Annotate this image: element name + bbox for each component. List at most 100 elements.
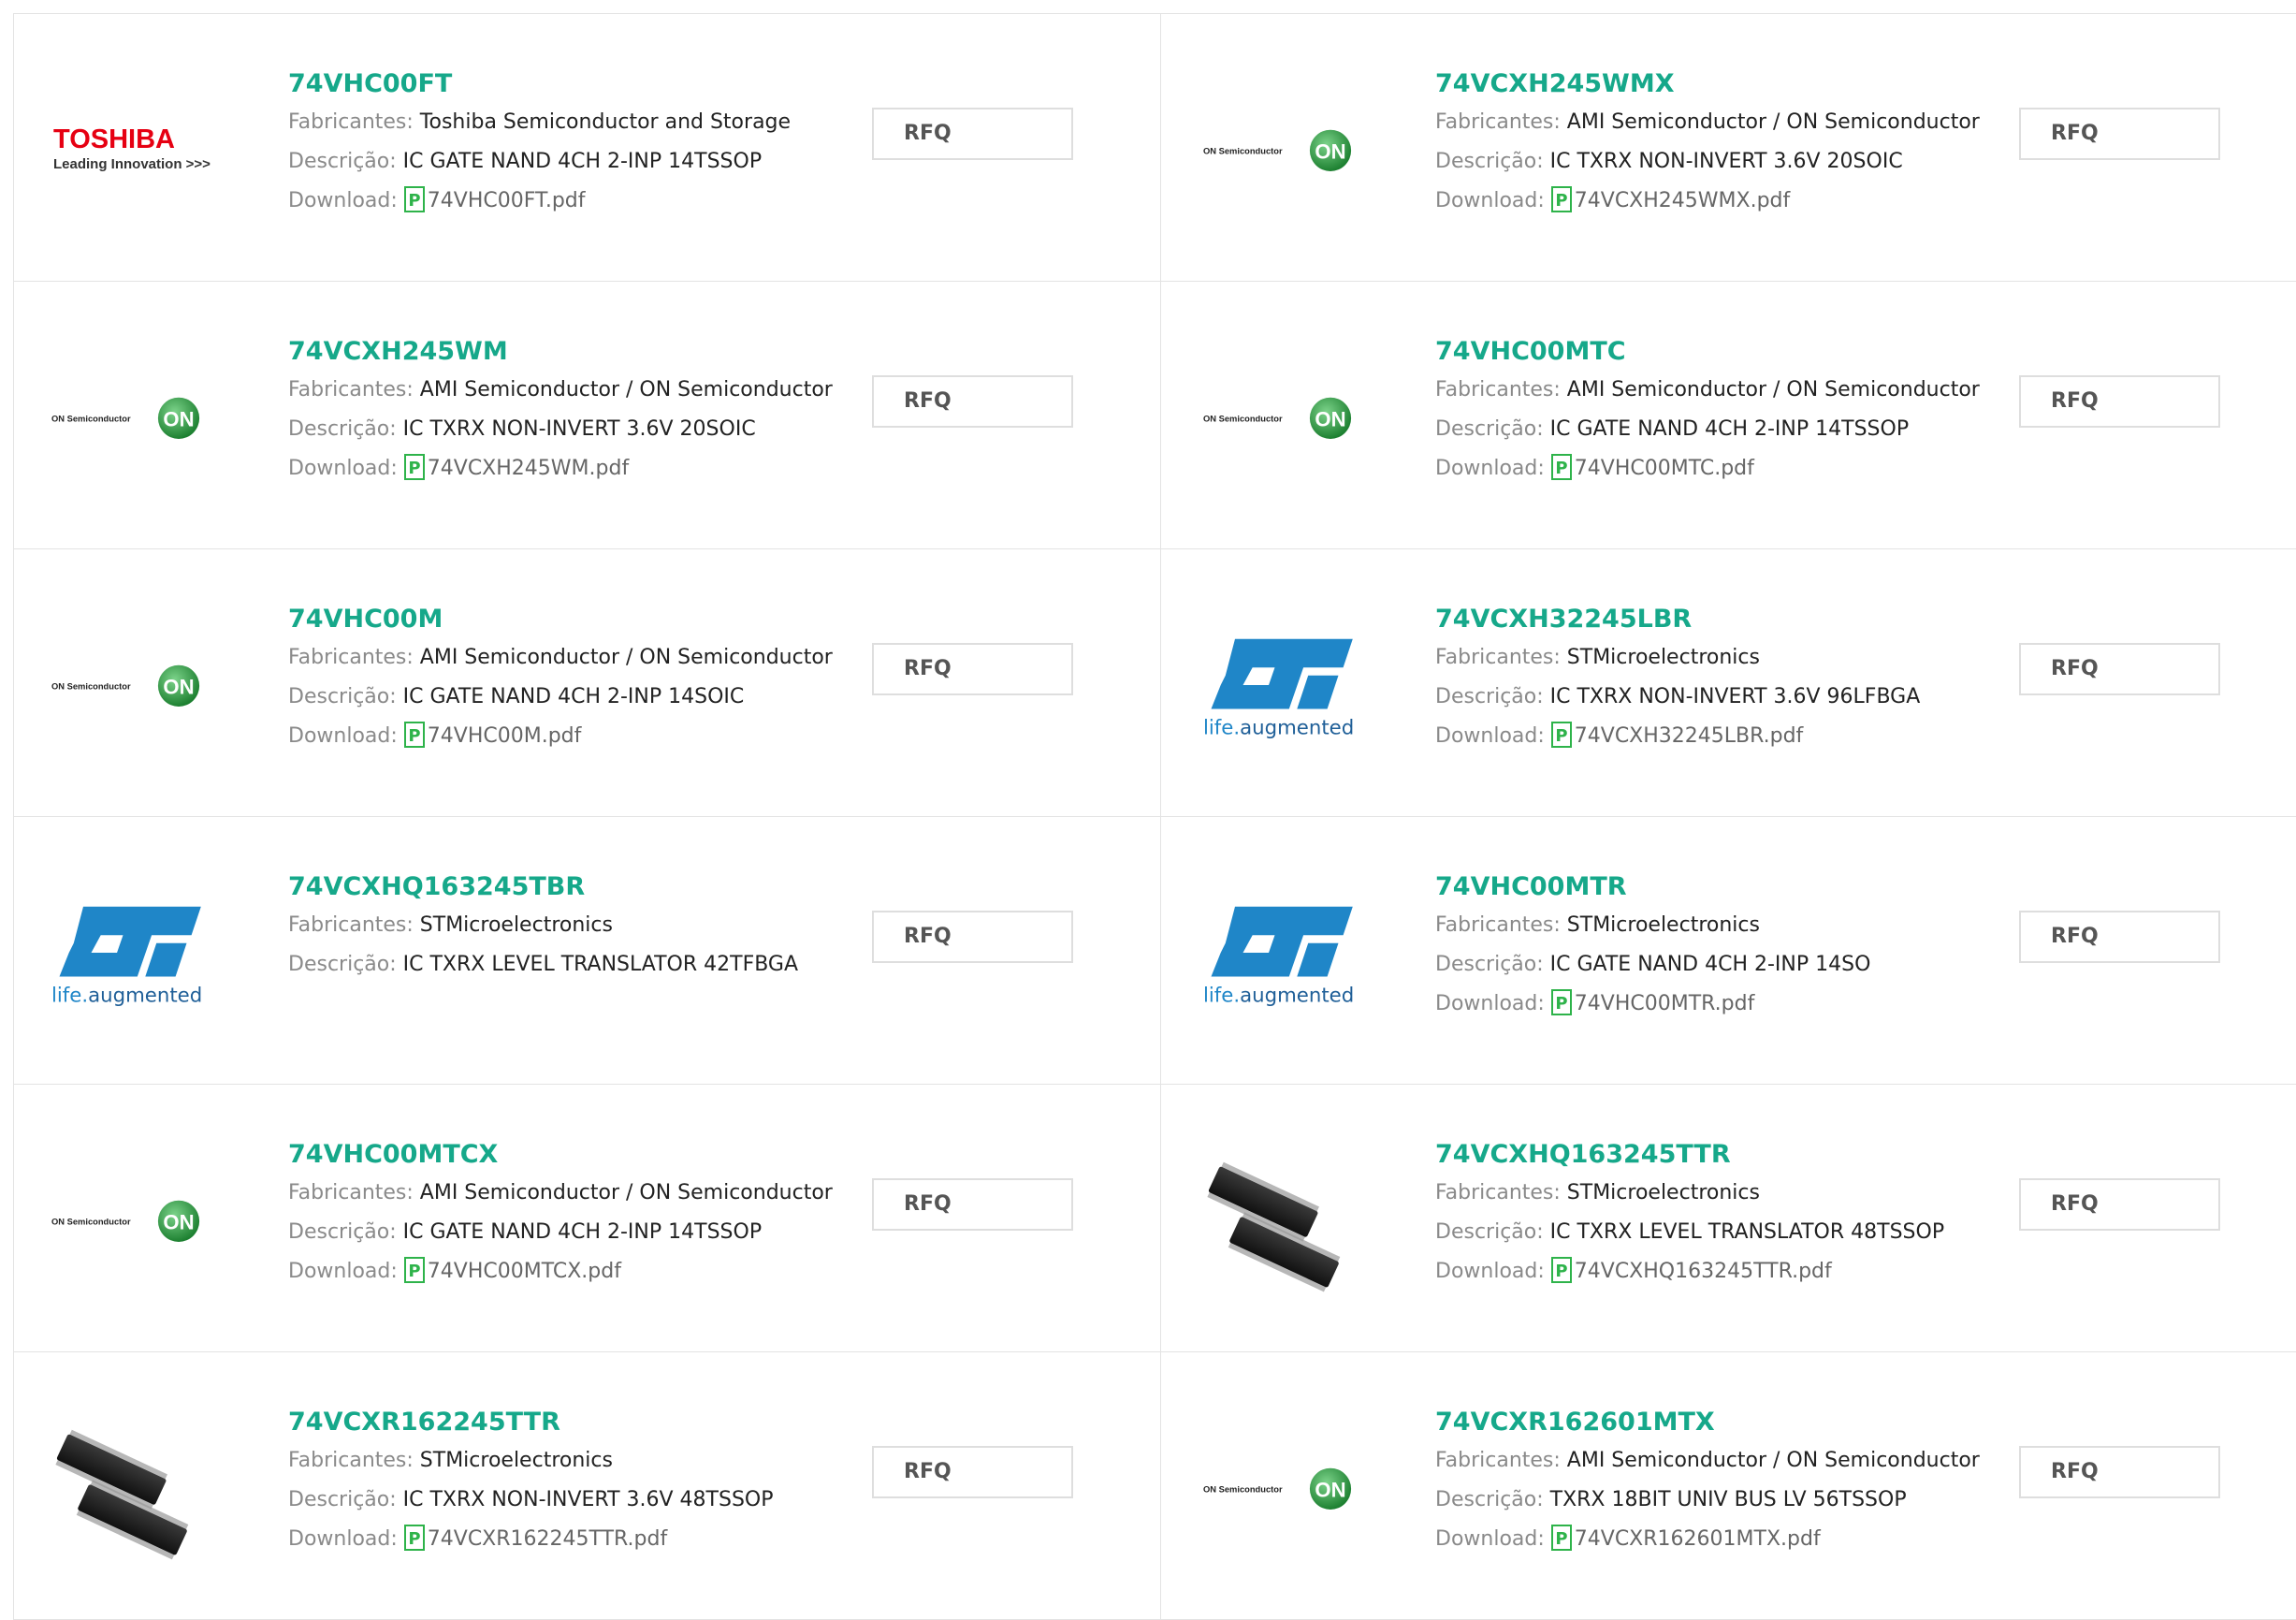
pdf-icon: P (403, 1257, 425, 1283)
svg-text:P: P (408, 1529, 420, 1549)
product-info: 74VHC00FT Fabricantes: Toshiba Semicondu… (288, 66, 791, 221)
pdf-icon: P (1550, 1525, 1572, 1551)
part-number-link[interactable]: 74VCXH245WM (288, 333, 833, 371)
rfq-button[interactable]: RFQ (872, 643, 1073, 695)
datasheet-filename[interactable]: 74VCXHQ163245TTR.pdf (1575, 1260, 1832, 1283)
product-card: ON Semiconductor ON 74VCXR162601MTX Fabri… (1160, 1352, 2296, 1620)
manufacturer-logo: ON Semiconductor ON (1203, 94, 1362, 206)
product-info: 74VCXH245WM Fabricantes: AMI Semiconduct… (288, 333, 833, 489)
datasheet-filename[interactable]: 74VCXR162245TTR.pdf (428, 1527, 667, 1551)
download-row: Download: P 74VCXR162245TTR.pdf (288, 1520, 774, 1559)
download-row: Download: P 74VCXR162601MTX.pdf (1435, 1520, 1980, 1559)
description-row: Descrição: IC TXRX NON-INVERT 3.6V 20SOI… (1435, 142, 1980, 182)
manufacturer-label: Fabricantes: (288, 646, 414, 669)
download-row: Download: P 74VHC00MTCX.pdf (288, 1252, 833, 1292)
datasheet-filename[interactable]: 74VCXR162601MTX.pdf (1575, 1527, 1821, 1551)
manufacturer-label: Fabricantes: (1435, 110, 1561, 134)
datasheet-link[interactable]: P 74VCXR162245TTR.pdf (403, 1525, 667, 1551)
onsemi-logo: ON Semiconductor ON (51, 397, 200, 439)
datasheet-link[interactable]: P 74VCXR162601MTX.pdf (1550, 1525, 1821, 1551)
datasheet-link[interactable]: P 74VHC00MTR.pdf (1550, 989, 1755, 1015)
svg-text:P: P (408, 1262, 420, 1281)
datasheet-filename[interactable]: 74VHC00MTC.pdf (1575, 457, 1754, 480)
rfq-button[interactable]: RFQ (872, 375, 1073, 428)
manufacturer-logo (51, 1429, 211, 1560)
datasheet-link[interactable]: P 74VCXH32245LBR.pdf (1550, 722, 1804, 748)
description-row: Descrição: TXRX 18BIT UNIV BUS LV 56TSSO… (1435, 1481, 1980, 1520)
rfq-button[interactable]: RFQ (872, 911, 1073, 963)
datasheet-link[interactable]: P 74VHC00MTCX.pdf (403, 1257, 621, 1283)
part-number-link[interactable]: 74VCXH32245LBR (1435, 601, 1920, 638)
datasheet-link[interactable]: P 74VCXH245WMX.pdf (1550, 186, 1790, 212)
manufacturer-value: Toshiba Semiconductor and Storage (419, 110, 792, 134)
manufacturer-label: Fabricantes: (1435, 913, 1561, 937)
onsemi-logo: ON Semiconductor ON (51, 1200, 200, 1242)
manufacturer-value: STMicroelectronics (1566, 1181, 1760, 1204)
datasheet-link[interactable]: P 74VCXHQ163245TTR.pdf (1550, 1257, 1832, 1283)
rfq-button[interactable]: RFQ (2019, 108, 2220, 160)
rfq-button[interactable]: RFQ (2019, 1178, 2220, 1231)
rfq-button[interactable]: RFQ (2019, 375, 2220, 428)
part-number-link[interactable]: 74VCXR162601MTX (1435, 1404, 1980, 1441)
svg-text:P: P (1555, 191, 1567, 211)
onsemi-logo-badge: ON (163, 675, 194, 698)
part-number-link[interactable]: 74VCXHQ163245TBR (288, 868, 798, 906)
onsemi-logo-name: ON Semiconductor (51, 1217, 131, 1226)
product-card: life.augmented 74VCXH32245LBR Fabricante… (1160, 549, 2296, 817)
onsemi-logo: ON Semiconductor ON (1203, 1467, 1352, 1510)
description-value: IC TXRX NON-INVERT 3.6V 20SOIC (402, 417, 756, 441)
pdf-icon: P (1550, 454, 1572, 480)
part-number-link[interactable]: 74VCXH245WMX (1435, 66, 1980, 103)
datasheet-filename[interactable]: 74VCXH245WM.pdf (428, 457, 629, 480)
manufacturer-row: Fabricantes: STMicroelectronics (1435, 638, 1920, 678)
manufacturer-value: AMI Semiconductor / ON Semiconductor (1566, 110, 1980, 134)
part-number-link[interactable]: 74VHC00FT (288, 66, 791, 103)
datasheet-link[interactable]: P 74VHC00MTC.pdf (1550, 454, 1754, 480)
rfq-button[interactable]: RFQ (872, 1446, 1073, 1498)
datasheet-link[interactable]: P 74VHC00M.pdf (403, 722, 582, 748)
description-row: Descrição: IC TXRX NON-INVERT 3.6V 48TSS… (288, 1481, 774, 1520)
onsemi-logo: ON Semiconductor ON (1203, 397, 1352, 439)
download-label: Download: (1435, 189, 1545, 212)
product-card: life.augmented 74VHC00MTR Fabricantes: S… (1160, 817, 2296, 1085)
datasheet-filename[interactable]: 74VHC00FT.pdf (428, 189, 586, 212)
datasheet-filename[interactable]: 74VCXH245WMX.pdf (1575, 189, 1790, 212)
manufacturer-logo: life.augmented (1203, 897, 1362, 1009)
manufacturer-label: Fabricantes: (288, 913, 414, 937)
part-number-link[interactable]: 74VCXR162245TTR (288, 1404, 774, 1441)
download-row: Download: P 74VCXH245WMX.pdf (1435, 182, 1980, 221)
svg-text:P: P (1555, 459, 1567, 478)
description-label: Descrição: (288, 150, 397, 173)
manufacturer-logo: ON Semiconductor ON (51, 629, 211, 741)
rfq-button[interactable]: RFQ (2019, 643, 2220, 695)
product-info: 74VCXH245WMX Fabricantes: AMI Semiconduc… (1435, 66, 1980, 221)
description-value: IC TXRX LEVEL TRANSLATOR 48TSSOP (1549, 1220, 1945, 1244)
description-value: IC TXRX LEVEL TRANSLATOR 42TFBGA (402, 953, 799, 976)
part-number-link[interactable]: 74VCXHQ163245TTR (1435, 1136, 1944, 1174)
description-label: Descrição: (288, 685, 397, 708)
datasheet-link[interactable]: P 74VHC00FT.pdf (403, 186, 586, 212)
rfq-button[interactable]: RFQ (872, 1178, 1073, 1231)
description-value: IC GATE NAND 4CH 2-INP 14SOIC (402, 685, 745, 708)
product-info: 74VCXR162601MTX Fabricantes: AMI Semicon… (1435, 1404, 1980, 1559)
datasheet-filename[interactable]: 74VHC00MTCX.pdf (428, 1260, 621, 1283)
st-logo: life.augmented (51, 906, 202, 1008)
datasheet-filename[interactable]: 74VCXH32245LBR.pdf (1575, 724, 1804, 748)
part-number-link[interactable]: 74VHC00MTR (1435, 868, 1870, 906)
download-label: Download: (288, 189, 398, 212)
rfq-button[interactable]: RFQ (872, 108, 1073, 160)
product-info: 74VCXH32245LBR Fabricantes: STMicroelect… (1435, 601, 1920, 756)
manufacturer-label: Fabricantes: (1435, 378, 1561, 401)
rfq-button[interactable]: RFQ (2019, 911, 2220, 963)
toshiba-logo-name: TOSHIBA (53, 124, 175, 154)
part-number-link[interactable]: 74VHC00MTCX (288, 1136, 833, 1174)
rfq-button[interactable]: RFQ (2019, 1446, 2220, 1498)
part-number-link[interactable]: 74VHC00M (288, 601, 833, 638)
datasheet-link[interactable]: P 74VCXH245WM.pdf (403, 454, 629, 480)
datasheet-filename[interactable]: 74VHC00M.pdf (428, 724, 582, 748)
datasheet-filename[interactable]: 74VHC00MTR.pdf (1575, 992, 1755, 1015)
part-number-link[interactable]: 74VHC00MTC (1435, 333, 1980, 371)
pdf-icon: P (1550, 1257, 1572, 1283)
pdf-icon: P (1550, 186, 1572, 212)
description-row: Descrição: IC GATE NAND 4CH 2-INP 14SOIC (288, 678, 833, 717)
